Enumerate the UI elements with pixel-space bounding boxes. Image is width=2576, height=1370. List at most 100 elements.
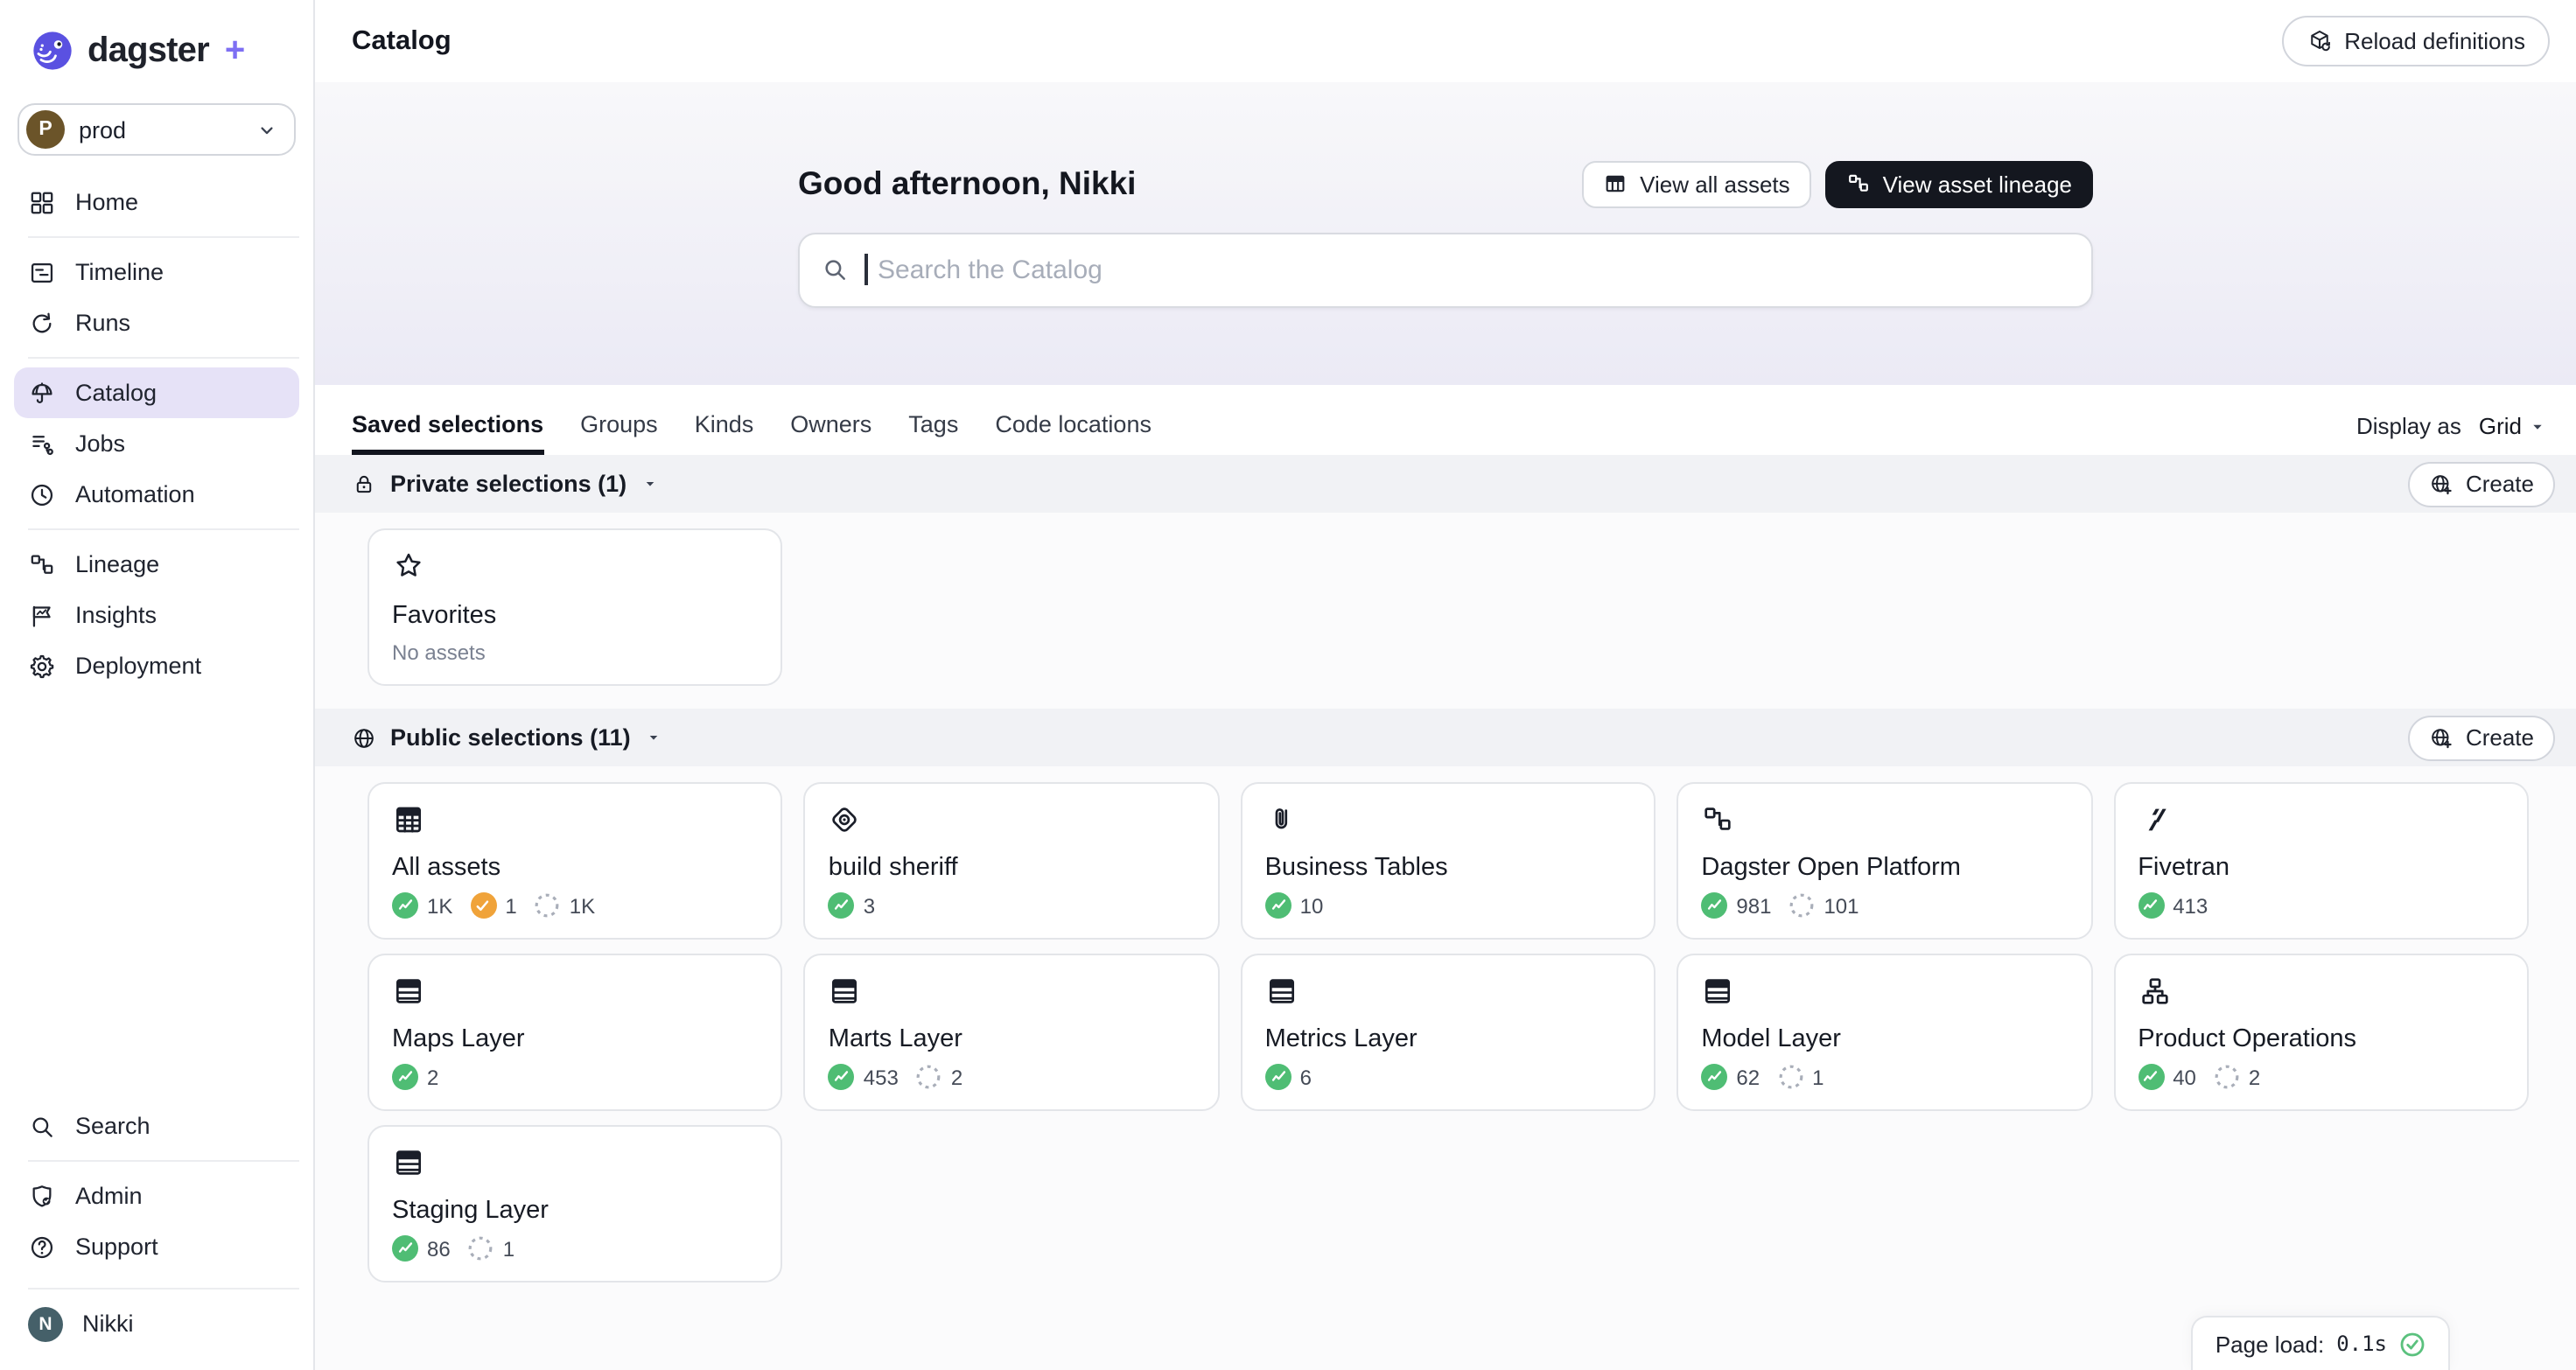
selection-card-staging-layer[interactable]: Staging Layer861 xyxy=(368,1125,783,1283)
asset-status-badges: 6 xyxy=(1265,1064,1632,1090)
sidebar-item-label: Deployment xyxy=(75,653,201,679)
sidebar-nav: Home TimelineRuns Catalog Jobs Automation Lin… xyxy=(0,170,313,691)
sidebar-item-label: Jobs xyxy=(75,430,125,457)
badge-count: 1 xyxy=(505,893,516,918)
sidebar-item-insights[interactable]: Insights xyxy=(14,590,299,640)
page-load-toast: Page load: 0.1s xyxy=(2191,1316,2450,1370)
materialized-icon xyxy=(1701,892,1727,919)
divider xyxy=(28,236,299,238)
reload-definitions-button[interactable]: Reload definitions xyxy=(2281,16,2550,66)
section-title: Private selections (1) xyxy=(390,471,626,497)
divider xyxy=(28,1160,299,1162)
section-toggle[interactable]: Private selections (1) xyxy=(352,471,660,497)
globe-plus-icon xyxy=(2429,725,2454,750)
card-title: Maps Layer xyxy=(392,1025,759,1053)
section-toggle[interactable]: Public selections (11) xyxy=(352,724,664,751)
sidebar-item-user[interactable]: N Nikki xyxy=(14,1298,299,1349)
user-name: Nikki xyxy=(82,1311,134,1337)
sidebar-item-jobs[interactable]: Jobs xyxy=(14,418,299,469)
missing-icon xyxy=(1777,1064,1803,1090)
view-asset-lineage-button[interactable]: View asset lineage xyxy=(1825,160,2093,207)
selection-card-build-sheriff[interactable]: build sheriff3 xyxy=(804,782,1220,940)
sidebar-item-automation[interactable]: Automation xyxy=(14,469,299,520)
reload-cube-icon xyxy=(2306,28,2332,54)
section-title: Public selections (11) xyxy=(390,724,631,751)
sidebar-item-search[interactable]: Search xyxy=(14,1101,299,1151)
badge-missing: 101 xyxy=(1788,892,1858,919)
sidebar-item-timeline[interactable]: Timeline xyxy=(14,247,299,297)
badge-count: 1K xyxy=(427,893,452,918)
badge-materialized: 6 xyxy=(1265,1064,1312,1090)
user-avatar: N xyxy=(28,1306,63,1341)
sidebar-item-admin[interactable]: Admin xyxy=(14,1171,299,1221)
sidebar-item-label: Automation xyxy=(75,481,195,507)
clock-icon xyxy=(28,480,56,508)
selection-cards-grid: All assets1K11Kbuild sheriff3Business Ta… xyxy=(315,766,2576,1305)
badge-materialized: 413 xyxy=(2138,892,2208,919)
create-selection-button[interactable]: Create xyxy=(2408,461,2555,507)
card-title: Metrics Layer xyxy=(1265,1025,1632,1053)
dagster-logo-icon xyxy=(30,28,75,73)
sidebar-item-lineage[interactable]: Lineage xyxy=(14,539,299,590)
selection-card-marts-layer[interactable]: Marts Layer4532 xyxy=(804,954,1220,1111)
sidebar-item-label: Home xyxy=(75,189,138,215)
selection-card-favorites[interactable]: FavoritesNo assets xyxy=(368,528,783,686)
tab-tags[interactable]: Tags xyxy=(908,411,958,455)
badge-count: 453 xyxy=(864,1065,899,1089)
caret-down-icon xyxy=(2527,416,2548,437)
selection-card-business-tables[interactable]: Business Tables10 xyxy=(1241,782,1656,940)
selection-card-maps-layer[interactable]: Maps Layer2 xyxy=(368,954,783,1111)
view-all-assets-button[interactable]: View all assets xyxy=(1582,160,1811,207)
badge-materialized: 86 xyxy=(392,1235,451,1262)
materialized-icon xyxy=(2138,1064,2164,1090)
badge-count: 86 xyxy=(427,1236,451,1261)
sidebar-item-support[interactable]: Support xyxy=(14,1221,299,1272)
badge-count: 2 xyxy=(951,1065,962,1089)
catalog-search-input[interactable]: Search the Catalog xyxy=(798,232,2093,307)
dagster-plus-mark: + xyxy=(225,31,245,71)
table-rows-icon xyxy=(392,1146,425,1179)
selection-card-metrics-layer[interactable]: Metrics Layer 6 xyxy=(1241,954,1656,1111)
table-rows-icon xyxy=(829,975,862,1008)
selection-card-dagster-open-platform[interactable]: Dagster Open Platform981101 xyxy=(1676,782,2092,940)
materialized-icon xyxy=(829,892,855,919)
org-name: prod xyxy=(79,116,126,143)
selection-card-fivetran[interactable]: Fivetran413 xyxy=(2113,782,2529,940)
create-selection-button[interactable]: Create xyxy=(2408,715,2555,760)
selection-card-all-assets[interactable]: All assets1K11K xyxy=(368,782,783,940)
sidebar-item-home[interactable]: Home xyxy=(14,177,299,227)
selection-card-product-operations[interactable]: Product Operations402 xyxy=(2113,954,2529,1111)
timeline-icon xyxy=(28,258,56,286)
sidebar-item-catalog[interactable]: Catalog xyxy=(14,367,299,418)
tab-kinds[interactable]: Kinds xyxy=(695,411,754,455)
badge-count: 40 xyxy=(2173,1065,2196,1089)
logo-row[interactable]: dagster + xyxy=(0,24,313,77)
asset-status-badges: 981101 xyxy=(1701,892,2068,919)
table-grid-icon xyxy=(392,803,425,836)
greeting-text: Good afternoon, Nikki xyxy=(798,164,1136,203)
selection-card-model-layer[interactable]: Model Layer621 xyxy=(1676,954,2092,1111)
globe-icon xyxy=(352,725,376,750)
org-avatar: P xyxy=(26,110,65,149)
badge-materialized: 453 xyxy=(829,1064,899,1090)
materialized-icon xyxy=(1701,1064,1727,1090)
sidebar-item-label: Support xyxy=(75,1234,158,1260)
create-label: Create xyxy=(2466,471,2534,497)
tab-code-locations[interactable]: Code locations xyxy=(995,411,1152,455)
tab-owners[interactable]: Owners xyxy=(790,411,872,455)
card-title: Favorites xyxy=(392,602,759,630)
text-cursor xyxy=(864,254,867,285)
sidebar-item-runs[interactable]: Runs xyxy=(14,297,299,348)
tab-saved-selections[interactable]: Saved selections xyxy=(352,411,543,455)
badge-materialized: 10 xyxy=(1265,892,1324,919)
tab-groups[interactable]: Groups xyxy=(580,411,658,455)
badge-count: 2 xyxy=(2249,1065,2260,1089)
card-title: Staging Layer xyxy=(392,1197,759,1225)
sidebar-item-deployment[interactable]: Deployment xyxy=(14,640,299,691)
badge-count: 101 xyxy=(1824,893,1858,918)
org-switcher[interactable]: P prod xyxy=(18,103,296,156)
dagster-wordmark: dagster xyxy=(88,31,209,71)
card-title: All assets xyxy=(392,854,759,882)
badge-missing: 2 xyxy=(2214,1064,2260,1090)
display-as-grid-dropdown[interactable]: Grid xyxy=(2479,413,2548,439)
